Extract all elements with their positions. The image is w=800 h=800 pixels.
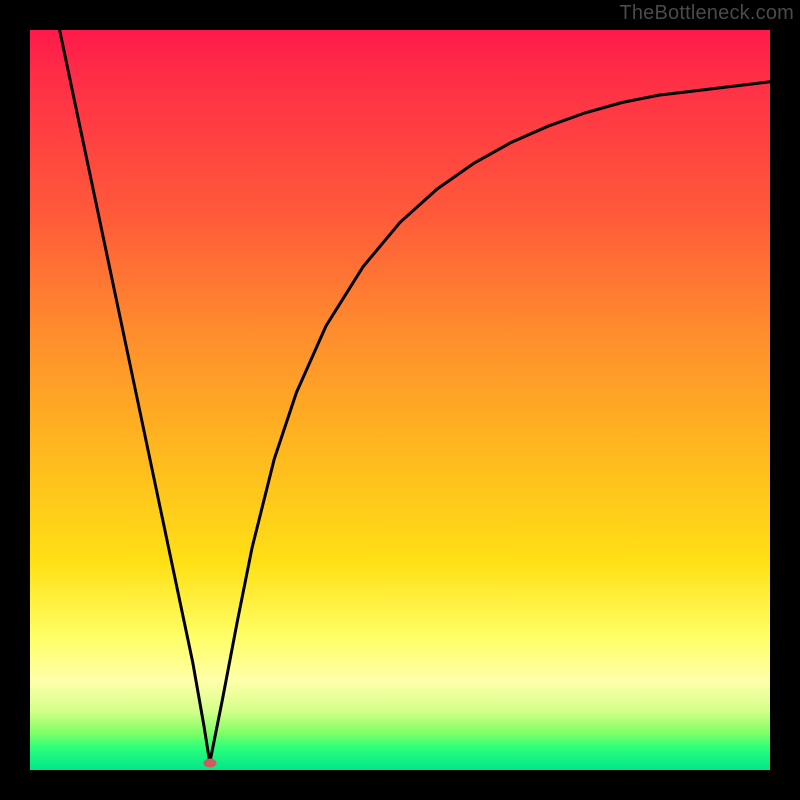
watermark-text: TheBottleneck.com (619, 2, 794, 25)
plot-area (30, 30, 770, 770)
curve-left-segment (60, 30, 210, 763)
curve-right-segment (210, 82, 770, 763)
minimum-marker (203, 758, 216, 767)
curve-svg (30, 30, 770, 770)
chart-frame (0, 0, 800, 800)
